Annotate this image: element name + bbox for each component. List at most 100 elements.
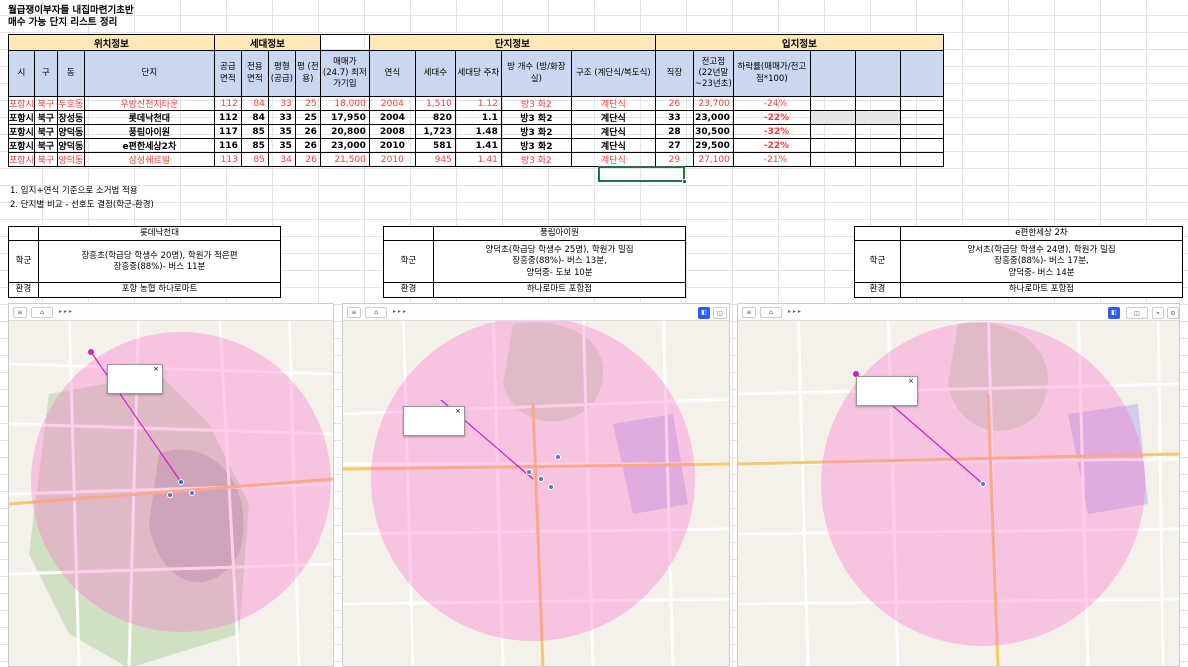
table-cell[interactable]: 33 bbox=[267, 110, 296, 125]
table-cell[interactable]: 양덕동 bbox=[56, 124, 85, 139]
table-cell[interactable]: 26 bbox=[294, 138, 321, 153]
table-cell[interactable]: 포항시 bbox=[8, 96, 35, 111]
table-cell[interactable]: 84 bbox=[240, 110, 269, 125]
table-cell[interactable]: 포항시 bbox=[8, 138, 35, 153]
table-cell[interactable]: 18,000 bbox=[319, 96, 370, 111]
map-home-icon[interactable]: ⌂ bbox=[31, 307, 53, 318]
table-cell[interactable]: 35 bbox=[267, 138, 296, 153]
table-cell[interactable]: 1.1 bbox=[454, 110, 502, 125]
location-pin-icon[interactable] bbox=[178, 479, 184, 485]
map-menu-icon[interactable]: ≡ bbox=[742, 307, 756, 318]
table-cell[interactable]: 포항시 bbox=[8, 110, 35, 125]
table-cell[interactable]: 양덕동 bbox=[56, 138, 85, 153]
table-cell[interactable]: e편한세상2차 bbox=[83, 138, 215, 153]
map-settings-icon[interactable]: ⚙ bbox=[1167, 307, 1179, 319]
table-cell[interactable]: 29 bbox=[654, 152, 694, 167]
table-cell[interactable]: 112 bbox=[213, 96, 242, 111]
map-layer-icon[interactable]: ◫ bbox=[713, 307, 727, 319]
map-satellite-icon[interactable]: ◫ bbox=[1126, 307, 1148, 319]
table-cell[interactable]: 1,723 bbox=[414, 124, 456, 139]
map-menu-icon[interactable]: ≡ bbox=[13, 307, 27, 318]
table-cell[interactable]: 30,500 bbox=[692, 124, 734, 139]
table-cell[interactable]: 26 bbox=[654, 96, 694, 111]
table-cell[interactable]: 방3 화2 bbox=[500, 152, 572, 167]
table-cell[interactable]: 113 bbox=[213, 152, 242, 167]
table-cell[interactable]: 계단식 bbox=[570, 96, 656, 111]
table-cell[interactable]: 28 bbox=[654, 124, 694, 139]
table-cell[interactable]: 포항시 bbox=[8, 152, 35, 167]
table-cell[interactable]: 우방신천지타운 bbox=[83, 96, 215, 111]
table-cell[interactable]: 1.12 bbox=[454, 96, 502, 111]
close-icon[interactable]: × bbox=[153, 366, 159, 373]
location-pin-icon[interactable] bbox=[526, 469, 532, 475]
location-pin-icon[interactable] bbox=[189, 490, 195, 496]
table-cell[interactable]: -22% bbox=[732, 138, 811, 153]
table-cell[interactable]: 85 bbox=[240, 152, 269, 167]
table-cell[interactable] bbox=[899, 124, 944, 139]
table-cell[interactable] bbox=[809, 152, 856, 167]
map-home-icon[interactable]: ⌂ bbox=[760, 307, 782, 318]
close-icon[interactable]: × bbox=[455, 408, 461, 415]
location-pin-icon[interactable] bbox=[555, 454, 561, 460]
close-icon[interactable]: × bbox=[908, 378, 914, 385]
table-cell[interactable]: 117 bbox=[213, 124, 242, 139]
table-cell[interactable]: 820 bbox=[414, 110, 456, 125]
table-cell[interactable] bbox=[899, 110, 944, 125]
table-cell[interactable]: 23,000 bbox=[319, 138, 370, 153]
table-cell[interactable]: 85 bbox=[240, 138, 269, 153]
table-cell[interactable]: 116 bbox=[213, 138, 242, 153]
table-cell[interactable]: 계단식 bbox=[570, 138, 656, 153]
table-cell[interactable] bbox=[854, 124, 901, 139]
fill-handle[interactable] bbox=[682, 179, 687, 184]
table-cell[interactable]: -21% bbox=[732, 152, 811, 167]
table-cell[interactable] bbox=[809, 124, 856, 139]
table-cell[interactable]: 1.41 bbox=[454, 138, 502, 153]
table-cell[interactable]: 25 bbox=[294, 110, 321, 125]
table-cell[interactable]: 945 bbox=[414, 152, 456, 167]
table-cell[interactable]: 27 bbox=[654, 138, 694, 153]
table-cell[interactable]: 17,950 bbox=[319, 110, 370, 125]
map-punglim[interactable]: ≡ ⌂ ▸ ▸ ▸ ◧ ◫ × bbox=[342, 303, 730, 667]
table-cell[interactable]: 북구 bbox=[33, 124, 58, 139]
table-cell[interactable]: 35 bbox=[267, 124, 296, 139]
table-cell[interactable]: 85 bbox=[240, 124, 269, 139]
table-cell[interactable]: 112 bbox=[213, 110, 242, 125]
table-cell[interactable]: -22% bbox=[732, 110, 811, 125]
table-cell[interactable]: 2004 bbox=[368, 110, 416, 125]
map-view-toggle-icon[interactable]: ◧ bbox=[698, 307, 710, 319]
table-cell[interactable]: 2010 bbox=[368, 138, 416, 153]
table-cell[interactable]: 29,500 bbox=[692, 138, 734, 153]
table-cell[interactable]: 23,700 bbox=[692, 96, 734, 111]
table-cell[interactable]: 27,100 bbox=[692, 152, 734, 167]
selected-cell[interactable] bbox=[598, 166, 685, 182]
table-cell[interactable]: 33 bbox=[267, 96, 296, 111]
location-pin-icon[interactable] bbox=[980, 481, 986, 487]
table-cell[interactable]: 26 bbox=[294, 152, 321, 167]
table-cell[interactable]: 북구 bbox=[33, 138, 58, 153]
table-cell[interactable]: 북구 bbox=[33, 96, 58, 111]
table-cell[interactable]: 방3 화2 bbox=[500, 138, 572, 153]
map-lotte[interactable]: ≡ ⌂ ▸ ▸ ▸ × bbox=[8, 303, 334, 667]
map-epyunhan[interactable]: ≡ ⌂ ▸ ▸ ▸ ◧ ◫ ⌖ ⚙ × bbox=[737, 303, 1180, 667]
table-cell[interactable]: -32% bbox=[732, 124, 811, 139]
location-pin-icon[interactable] bbox=[548, 484, 554, 490]
map-view-toggle-icon[interactable]: ◧ bbox=[1108, 307, 1120, 319]
table-cell[interactable]: 계단식 bbox=[570, 152, 656, 167]
map-home-icon[interactable]: ⌂ bbox=[365, 307, 387, 318]
table-cell[interactable]: 롯데낙천대 bbox=[83, 110, 215, 125]
table-cell[interactable] bbox=[809, 138, 856, 153]
table-cell[interactable]: 방3 화2 bbox=[500, 96, 572, 111]
table-cell[interactable]: 581 bbox=[414, 138, 456, 153]
table-cell[interactable]: 계단식 bbox=[570, 124, 656, 139]
table-cell[interactable]: 21,500 bbox=[319, 152, 370, 167]
table-cell[interactable]: 25 bbox=[294, 96, 321, 111]
table-cell[interactable]: 삼성쉐르빌 bbox=[83, 152, 215, 167]
table-cell[interactable]: 양덕동 bbox=[56, 152, 85, 167]
table-cell[interactable]: 1.41 bbox=[454, 152, 502, 167]
table-cell[interactable]: 장성동 bbox=[56, 110, 85, 125]
table-cell[interactable]: 1,510 bbox=[414, 96, 456, 111]
table-cell[interactable]: 2008 bbox=[368, 124, 416, 139]
table-cell[interactable]: 33 bbox=[654, 110, 694, 125]
location-pin-icon[interactable] bbox=[167, 492, 173, 498]
table-cell[interactable]: 1.48 bbox=[454, 124, 502, 139]
